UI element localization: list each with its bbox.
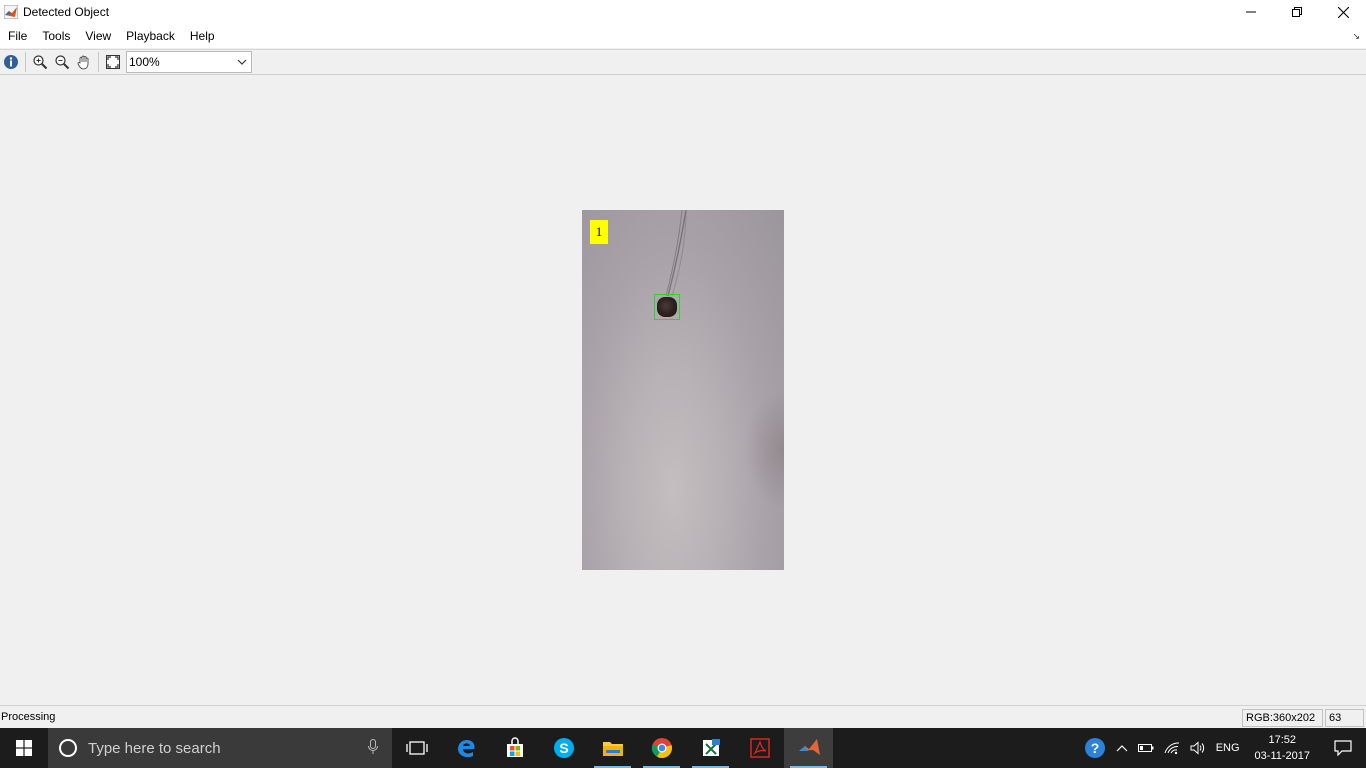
menu-playback[interactable]: Playback <box>121 26 180 46</box>
language-indicator[interactable]: ENG <box>1211 728 1245 768</box>
chevron-up-icon <box>1116 745 1128 752</box>
zoom-out-button[interactable] <box>51 51 73 73</box>
fit-to-window-button[interactable] <box>102 51 124 73</box>
taskbar-search[interactable]: Type here to search <box>48 728 392 768</box>
fit-window-icon <box>106 55 120 69</box>
taskbar: Type here to search S ? ENG 17:52 03-11-… <box>0 728 1366 768</box>
close-button[interactable] <box>1320 0 1366 24</box>
search-placeholder: Type here to search <box>88 739 221 757</box>
menu-view[interactable]: View <box>80 26 116 46</box>
detection-label: 1 <box>590 220 608 244</box>
menu-tools[interactable]: Tools <box>37 26 75 46</box>
minimize-button[interactable] <box>1228 0 1274 24</box>
video-viewport: 1 <box>0 76 1366 704</box>
clock-time: 17:52 <box>1268 734 1297 746</box>
wire-strings <box>665 210 687 297</box>
microphone-icon <box>368 739 378 754</box>
restore-button[interactable] <box>1274 0 1320 24</box>
battery-icon <box>1137 744 1154 752</box>
help-tray-button[interactable]: ? <box>1079 728 1111 768</box>
menu-bar: File Tools View Playback Help ↘ <box>0 24 1366 48</box>
edge-icon <box>457 739 475 758</box>
video-frame: 1 <box>582 210 784 570</box>
frame-number: 63 <box>1325 709 1364 727</box>
wifi-button[interactable] <box>1159 728 1185 768</box>
taskbar-excel[interactable] <box>686 728 735 768</box>
zoom-dropdown[interactable]: 100% <box>126 51 252 73</box>
skype-icon: S <box>553 738 574 758</box>
task-view-icon <box>405 741 428 755</box>
status-text: Processing <box>1 711 56 723</box>
zoom-out-icon <box>55 55 70 70</box>
toolbar: 100% <box>0 49 1366 75</box>
chrome-icon <box>651 738 672 759</box>
system-tray: ? ENG 17:52 03-11-2017 <box>1079 728 1366 768</box>
cortana-icon <box>59 739 77 757</box>
format-readout: RGB:360x202 <box>1242 709 1323 727</box>
zoom-in-button[interactable] <box>29 51 51 73</box>
matlab-icon <box>798 739 820 755</box>
wifi-icon <box>1164 742 1179 755</box>
taskbar-skype[interactable]: S <box>539 728 588 768</box>
speaker-icon <box>1190 741 1204 755</box>
title-bar: Detected Object <box>0 0 1366 24</box>
start-button[interactable] <box>0 728 48 768</box>
svg-text:S: S <box>559 740 568 756</box>
zoom-in-icon <box>33 55 48 70</box>
menu-help[interactable]: Help <box>185 26 220 46</box>
toolbar-separator <box>25 52 26 72</box>
taskbar-file-explorer[interactable] <box>588 728 637 768</box>
volume-button[interactable] <box>1185 728 1211 768</box>
svg-text:?: ? <box>1090 740 1099 756</box>
taskbar-chrome[interactable] <box>637 728 686 768</box>
taskbar-matlab[interactable] <box>784 728 833 768</box>
excel-icon <box>702 739 720 756</box>
taskbar-edge[interactable] <box>441 728 490 768</box>
acrobat-icon <box>749 738 770 758</box>
folder-icon <box>602 742 623 756</box>
bounding-box <box>654 294 680 320</box>
window-title: Detected Object <box>23 5 110 19</box>
notification-icon <box>1334 740 1352 756</box>
store-icon <box>506 737 523 757</box>
dock-arrow-icon[interactable]: ↘ <box>1352 31 1360 42</box>
taskbar-acrobat[interactable] <box>735 728 784 768</box>
info-button[interactable] <box>0 51 22 73</box>
windows-icon <box>16 740 32 756</box>
language-label: ENG <box>1215 742 1240 754</box>
matlab-app-icon <box>3 4 19 20</box>
window-controls <box>1228 0 1366 24</box>
toolbar-separator <box>98 52 99 72</box>
chevron-down-icon <box>237 59 247 65</box>
clock[interactable]: 17:52 03-11-2017 <box>1245 732 1320 764</box>
show-hidden-icons-button[interactable] <box>1111 728 1133 768</box>
help-icon: ? <box>1084 738 1105 758</box>
menu-file[interactable]: File <box>3 26 32 46</box>
pan-button[interactable] <box>73 51 95 73</box>
status-bar: Processing RGB:360x202 63 <box>0 705 1366 728</box>
action-center-button[interactable] <box>1320 728 1366 768</box>
battery-button[interactable] <box>1133 728 1159 768</box>
hand-icon <box>77 55 89 70</box>
zoom-value: 100% <box>129 55 160 69</box>
clock-date: 03-11-2017 <box>1254 750 1310 762</box>
info-icon <box>4 55 18 69</box>
task-view-button[interactable] <box>392 728 441 768</box>
taskbar-store[interactable] <box>490 728 539 768</box>
